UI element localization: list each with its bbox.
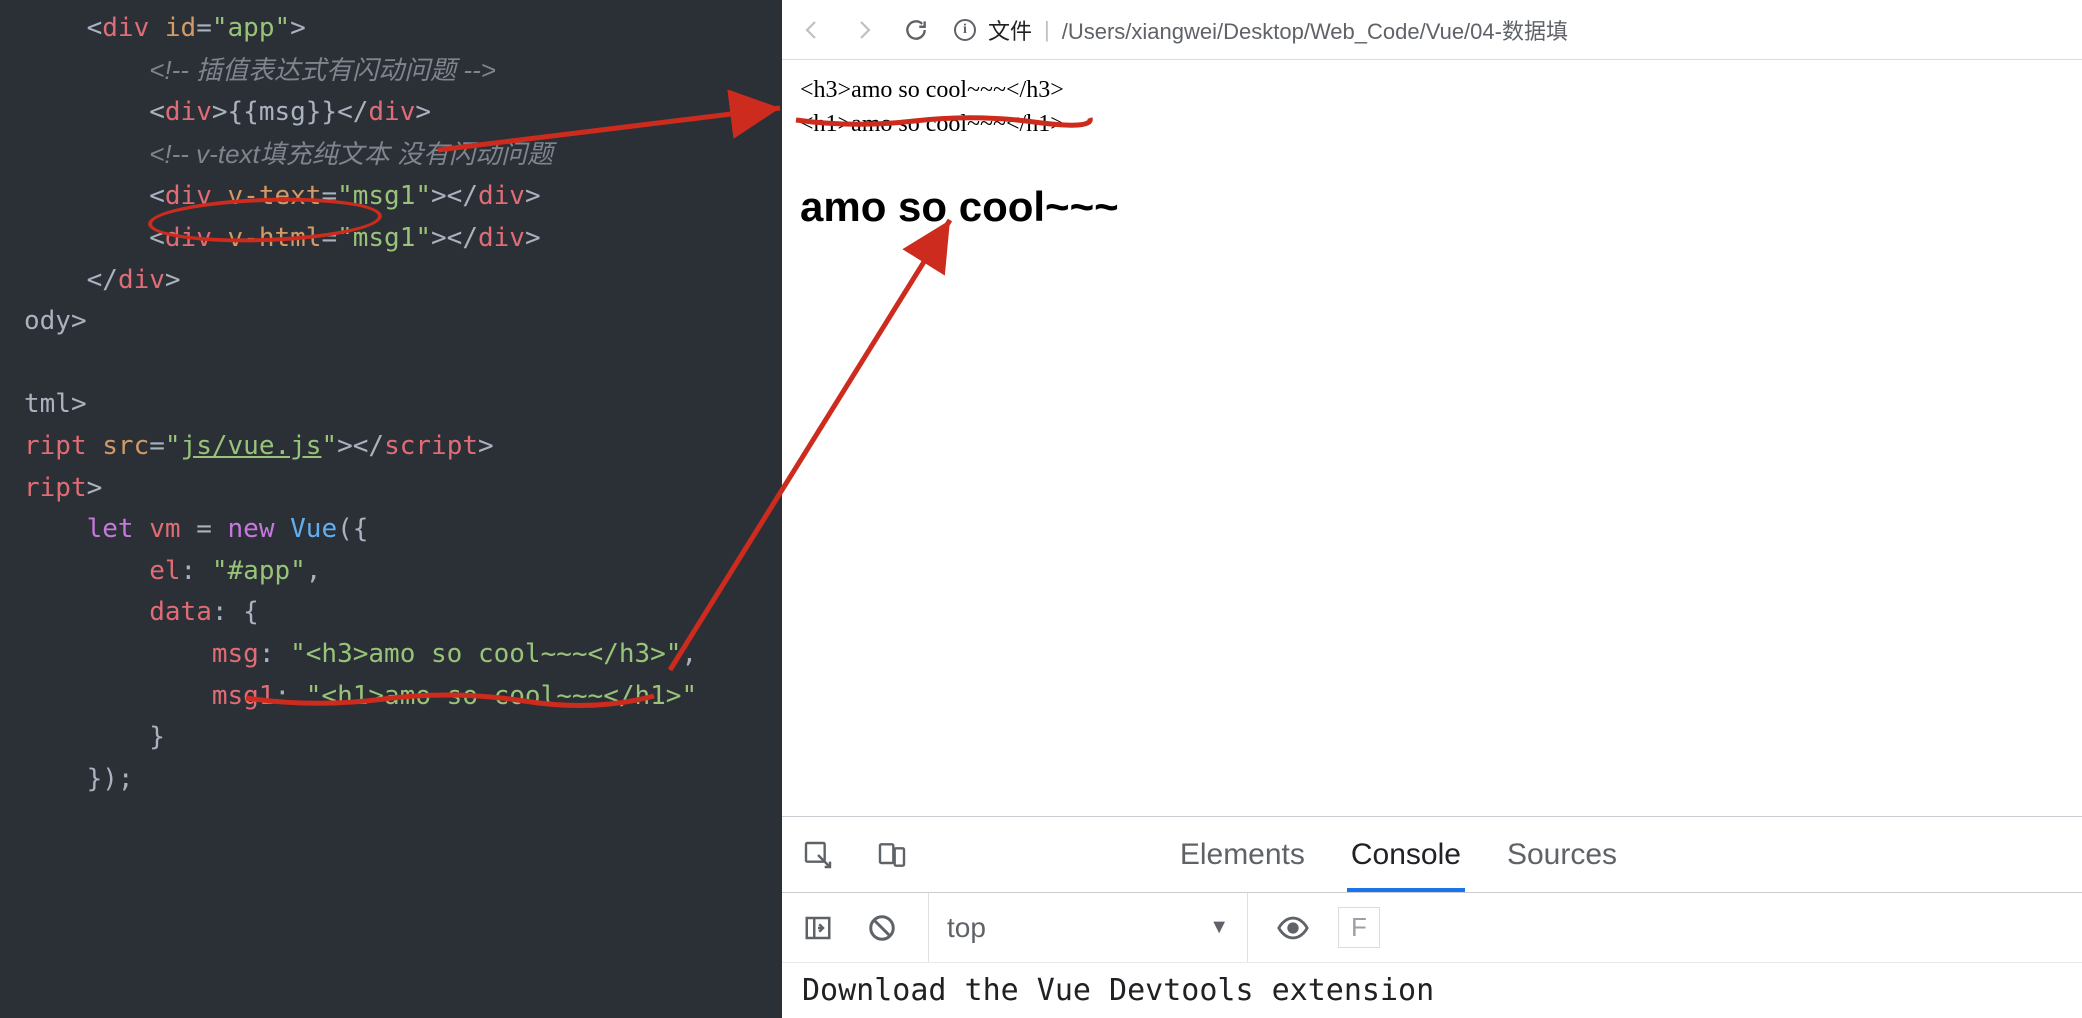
device-toggle-icon[interactable] bbox=[874, 837, 910, 873]
code-line[interactable]: msg: "<h3>amo so cool~~~</h3>", bbox=[0, 634, 782, 676]
live-expression-icon[interactable] bbox=[1276, 911, 1310, 945]
browser-toolbar: i 文件 | /Users/xiangwei/Desktop/Web_Code/… bbox=[782, 0, 2082, 60]
address-bar[interactable]: i 文件 | /Users/xiangwei/Desktop/Web_Code/… bbox=[954, 14, 2066, 46]
chevron-down-icon: ▼ bbox=[1209, 916, 1229, 939]
code-line[interactable]: <!-- 插值表达式有闪动问题 --> bbox=[0, 50, 782, 93]
address-separator: | bbox=[1044, 17, 1050, 43]
output-msg-vtext: <h1>amo so cool~~~</h1> bbox=[800, 108, 2064, 140]
output-msg-interpolated: <h3>amo so cool~~~</h3> bbox=[800, 74, 2064, 106]
info-icon: i bbox=[954, 19, 976, 41]
code-line[interactable]: <div id="app"> bbox=[0, 8, 782, 50]
console-filter-input[interactable]: F bbox=[1338, 907, 1380, 948]
code-line[interactable]: }); bbox=[0, 759, 782, 801]
code-line[interactable]: msg1: "<h1>amo so cool~~~</h1>" bbox=[0, 676, 782, 718]
code-line[interactable]: <div v-text="msg1"></div> bbox=[0, 176, 782, 218]
code-line[interactable]: <div>{{msg}}</div> bbox=[0, 92, 782, 134]
address-path: /Users/xiangwei/Desktop/Web_Code/Vue/04-… bbox=[1062, 14, 1568, 46]
forward-button[interactable] bbox=[850, 16, 878, 44]
back-button[interactable] bbox=[798, 16, 826, 44]
console-message: Download the Vue Devtools extension bbox=[782, 963, 2082, 1018]
code-editor[interactable]: <div id="app"> <!-- 插值表达式有闪动问题 --> <div>… bbox=[0, 0, 782, 1018]
clear-console-icon[interactable] bbox=[864, 910, 900, 946]
code-line[interactable]: } bbox=[0, 717, 782, 759]
code-line[interactable]: ript> bbox=[0, 468, 782, 510]
code-line[interactable]: <div v-html="msg1"></div> bbox=[0, 218, 782, 260]
browser-window: i 文件 | /Users/xiangwei/Desktop/Web_Code/… bbox=[782, 0, 2082, 1018]
execution-context-value: top bbox=[947, 912, 986, 944]
code-line[interactable]: </div> bbox=[0, 260, 782, 302]
output-msg-vhtml: amo so cool~~~ bbox=[800, 183, 2064, 231]
console-toolbar: top ▼ F bbox=[782, 893, 2082, 963]
devtools-tabbar: Elements Console Sources bbox=[782, 817, 2082, 893]
page-viewport: <h3>amo so cool~~~</h3> <h1>amo so cool~… bbox=[782, 60, 2082, 816]
inspect-icon[interactable] bbox=[800, 837, 836, 873]
tab-console[interactable]: Console bbox=[1347, 818, 1465, 892]
code-line[interactable]: ript src="js/vue.js"></script> bbox=[0, 426, 782, 468]
tab-elements[interactable]: Elements bbox=[1176, 818, 1309, 892]
code-line[interactable]: tml> bbox=[0, 384, 782, 426]
tab-sources[interactable]: Sources bbox=[1503, 818, 1621, 892]
code-line[interactable]: let vm = new Vue({ bbox=[0, 509, 782, 551]
code-line[interactable]: <!-- v-text填充纯文本 没有闪动问题 bbox=[0, 134, 782, 177]
execution-context-selector[interactable]: top ▼ bbox=[928, 893, 1248, 962]
code-line[interactable]: ody> bbox=[0, 301, 782, 343]
code-line[interactable]: data: { bbox=[0, 592, 782, 634]
code-line[interactable]: el: "#app", bbox=[0, 551, 782, 593]
address-scheme: 文件 bbox=[988, 14, 1032, 46]
code-line[interactable] bbox=[0, 343, 782, 385]
devtools-panel: Elements Console Sources top ▼ F Downloa… bbox=[782, 816, 2082, 1018]
reload-button[interactable] bbox=[902, 16, 930, 44]
console-sidebar-toggle-icon[interactable] bbox=[800, 910, 836, 946]
